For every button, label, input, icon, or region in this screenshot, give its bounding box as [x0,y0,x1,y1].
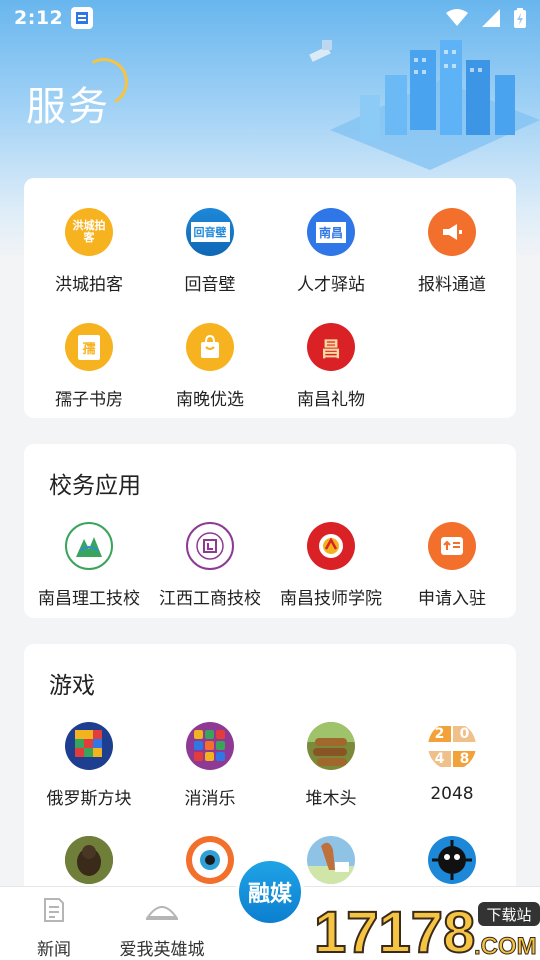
bird-game-icon [307,836,355,884]
service-label: 回音壁 [184,275,236,295]
game-2048[interactable]: 2 0 4 8 2048 [391,722,513,804]
hero-city-icon [146,906,178,920]
shopping-bag-icon [186,323,234,371]
service-talent-station[interactable]: 南昌 人才驿站 [270,208,392,295]
service-label: 人才驿站 [297,275,365,295]
status-time: 2:12 [14,7,64,29]
service-ruzi-study[interactable]: 孺 孺子书房 [28,323,150,410]
status-bar: 2:12 [0,0,540,36]
school-nanchang-jishi[interactable]: 南昌技师学院 [270,522,392,609]
school-nanchang-ligong[interactable]: 南昌理工技校 [28,522,150,609]
city-illustration [309,40,540,170]
signal-icon [482,9,500,27]
service-label: 孺子书房 [55,390,123,410]
monkey-game-icon [65,836,113,884]
rongmei-icon: 融媒 [247,882,292,907]
apply-icon [428,522,476,570]
game-label: 消消乐 [184,789,236,809]
watermark-badge: 下载站 [486,906,531,924]
service-report-channel[interactable]: 报料通道 [391,208,513,295]
page-title: 服务 [26,84,110,130]
tab-label: 新闻 [37,940,71,960]
school-card: 校务应用 南昌理工技校 江西工商技校 南昌技师学院 申请入驻 [24,444,516,618]
service-label: 南昌礼物 [297,390,365,410]
game-label: 2048 [430,784,474,804]
section-title-games: 游戏 [49,673,95,699]
book-icon: 孺 [65,323,113,371]
app-notification-icon [71,7,94,29]
service-label: 报料通道 [418,275,486,295]
jiangxi-gongshang-logo-icon [186,522,234,570]
services-card: 洪城拍客 洪城拍客 回音壁 回音壁 南昌 人才驿站 报料通道 孺 孺子书房 南晚… [24,178,516,418]
game-tetris[interactable]: 俄罗斯方块 [28,722,150,809]
news-icon [44,898,64,922]
game-label: 堆木头 [305,789,357,809]
hongcheng-paike-icon: 洪城拍客 [65,208,113,256]
service-hongcheng-paike[interactable]: 洪城拍客 洪城拍客 [28,208,150,295]
megaphone-icon [428,208,476,256]
service-huiyinbi[interactable]: 回音壁 回音壁 [149,208,271,295]
battery-icon [514,8,526,28]
school-label: 江西工商技校 [159,589,261,609]
school-jiangxi-gongshang[interactable]: 江西工商技校 [149,522,271,609]
black-ball-game-icon [428,836,476,884]
wood-stack-icon [307,722,355,770]
talent-station-icon: 南昌 [307,208,355,256]
watermark-number: 17178 [314,900,475,960]
service-nanchang-gift[interactable]: 昌 南昌礼物 [270,323,392,410]
wifi-icon [446,9,468,26]
service-nanwan-select[interactable]: 南晚优选 [149,323,271,410]
service-label: 洪城拍客 [55,275,123,295]
match-three-icon [186,722,234,770]
tab-news[interactable]: 新闻 [30,895,78,960]
game-2048-icon: 2 0 4 8 [428,722,476,770]
service-label: 南晚优选 [176,390,244,410]
game-monkey[interactable] [28,836,150,884]
game-wood-stack[interactable]: 堆木头 [270,722,392,809]
rongmei-center-button[interactable]: 融媒 [236,858,304,926]
game-match-three[interactable]: 消消乐 [149,722,271,809]
school-label: 南昌理工技校 [38,589,140,609]
eye-game-icon [186,836,234,884]
game-label: 俄罗斯方块 [46,789,132,809]
school-label: 申请入驻 [418,589,486,609]
nanchang-jishi-logo-icon [307,522,355,570]
huiyinbi-icon: 回音壁 [186,208,234,256]
section-title-school: 校务应用 [49,473,141,499]
watermark-suffix: .COM [474,933,537,960]
school-label: 南昌技师学院 [280,589,382,609]
nanchang-ligong-logo-icon [65,522,113,570]
satellite-icon [309,40,332,62]
game-black-ball[interactable] [391,836,513,884]
gift-icon: 昌 [307,323,355,371]
school-apply-join[interactable]: 申请入驻 [391,522,513,609]
tab-label: 爱我英雄城 [119,940,205,960]
tetris-icon [65,722,113,770]
tab-hero-city[interactable]: 爱我英雄城 [112,895,212,960]
site-watermark: 17178 下载站 .COM [314,899,540,960]
